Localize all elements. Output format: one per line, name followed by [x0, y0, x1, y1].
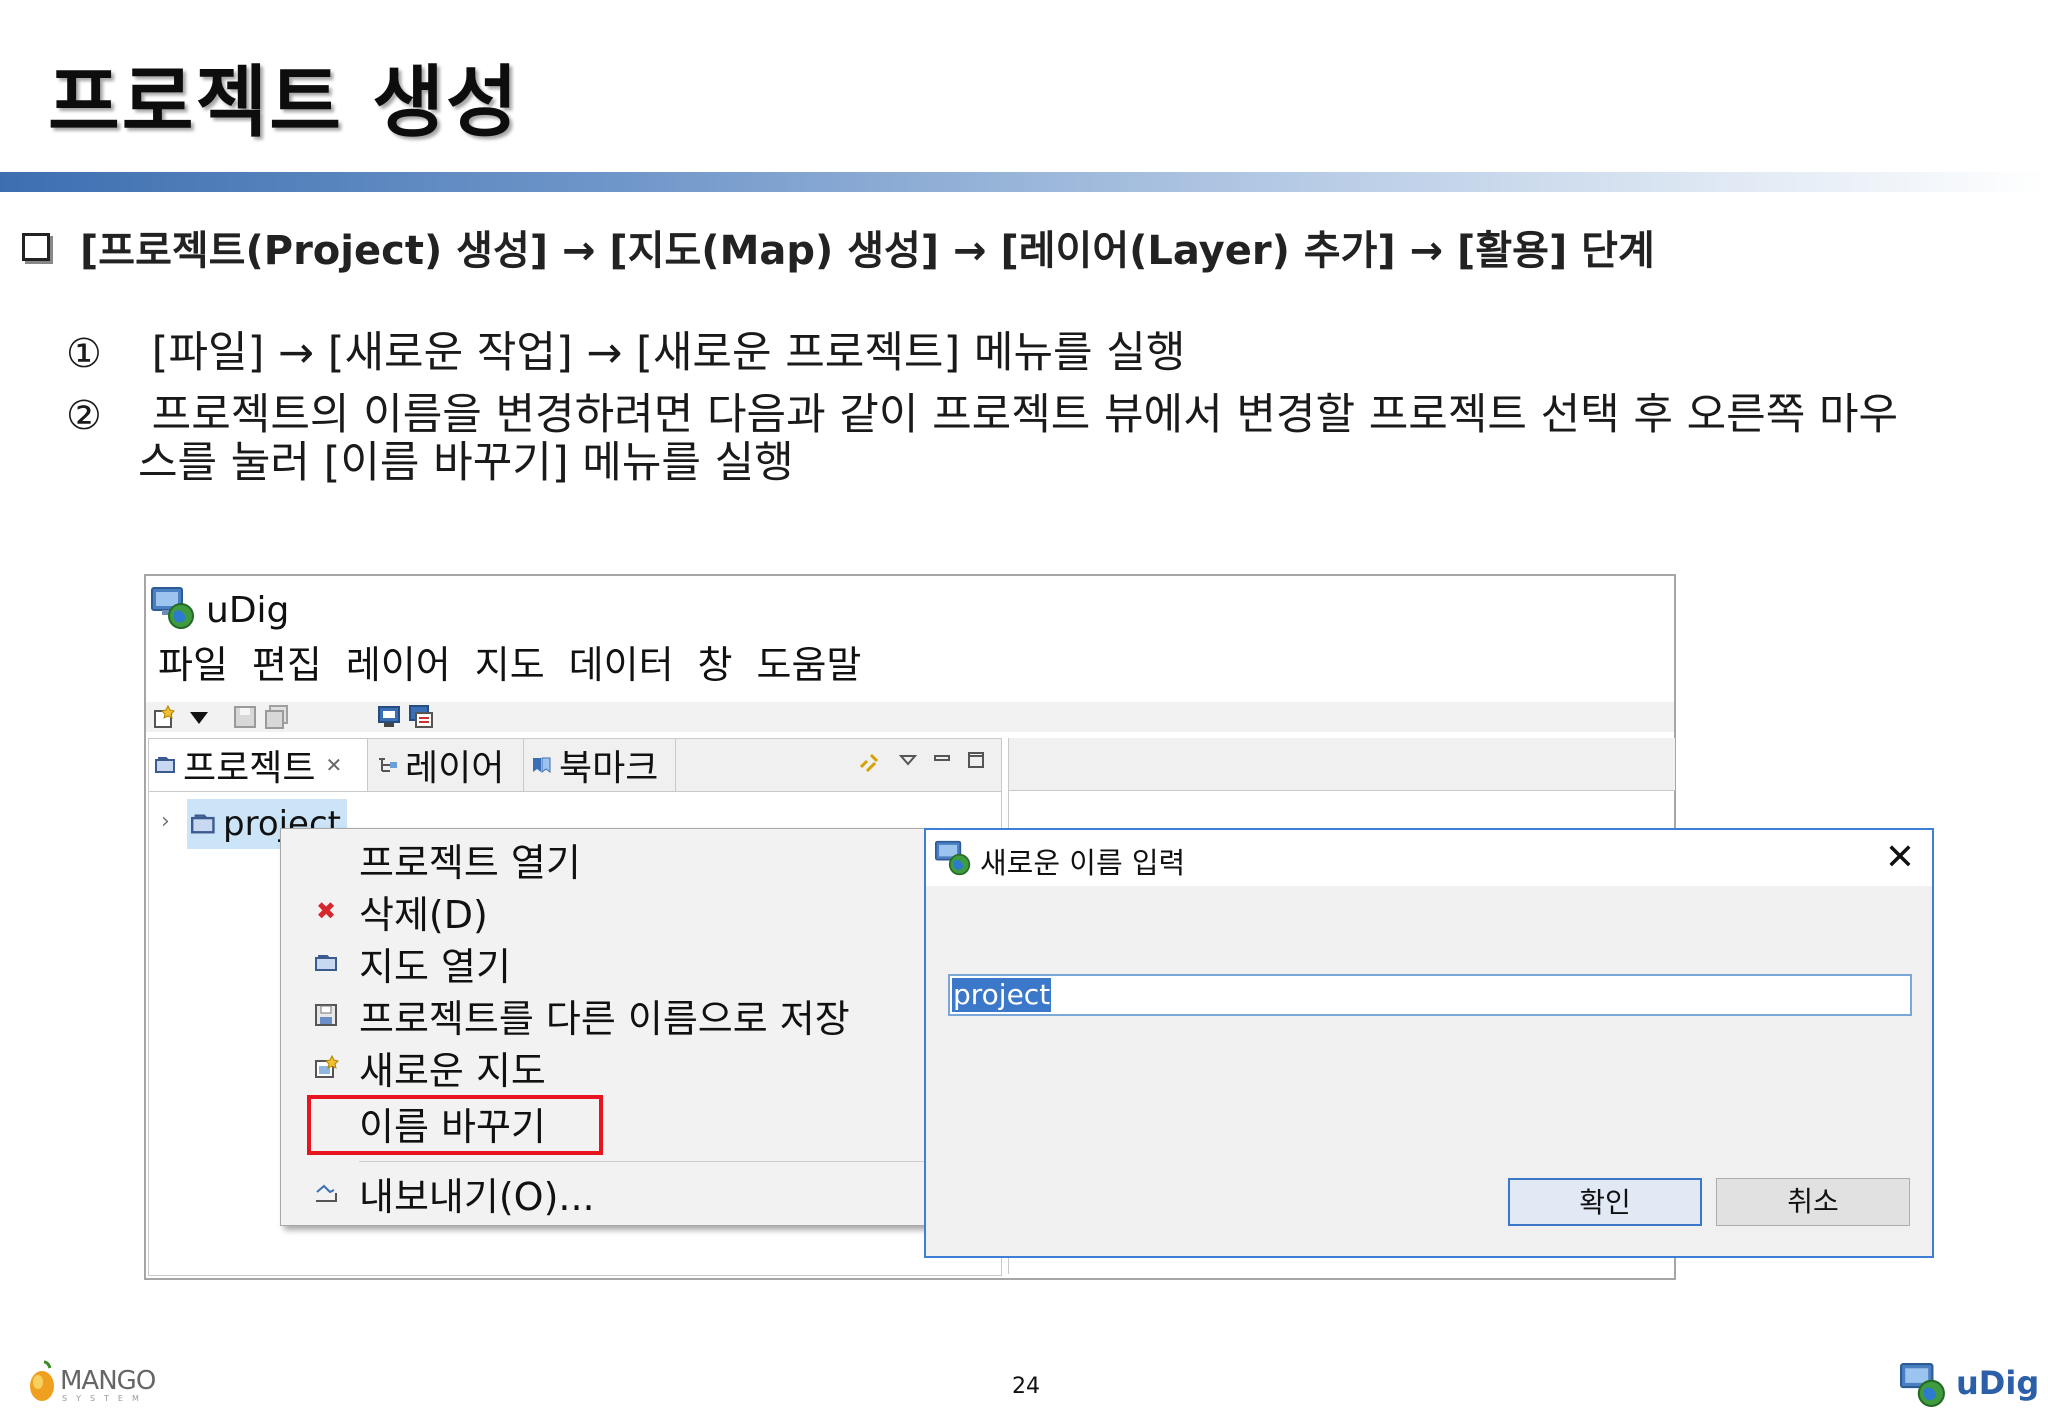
layers-view-icon[interactable] [408, 704, 434, 730]
step-item-1: ① [파일] → [새로운 작업] → [새로운 프로젝트] 메뉴를 실행 [66, 318, 1185, 380]
menu-item-open-project[interactable]: 프로젝트 열기 [281, 833, 935, 885]
bullet-box-icon [22, 233, 50, 261]
menu-separator [359, 1161, 929, 1162]
menu-item-delete[interactable]: ✖ 삭제(D) [281, 885, 935, 937]
udig-logo-icon [1900, 1363, 1945, 1407]
open-map-icon [315, 955, 337, 971]
mango-logo-subtext: SYSTEM [62, 1394, 148, 1403]
rename-highlight-box [307, 1095, 603, 1155]
tab-bookmark[interactable]: 북마크 [525, 739, 676, 791]
menu-map[interactable]: 지도 [463, 638, 557, 692]
save-as-icon [315, 1004, 337, 1026]
udig-logo-text: uDig [1956, 1364, 2040, 1402]
mango-logo-icon [30, 1360, 54, 1401]
slide-title: 프로젝트 생성 [48, 58, 520, 148]
minimize-icon[interactable] [933, 751, 951, 765]
menubar: 파일 편집 레이어 지도 데이터 창 도움말 [146, 638, 1674, 692]
map-view-icon[interactable] [376, 704, 402, 730]
steps-text: [프로젝트(Project) 생성] → [지도(Map) 생성] → [레이어… [80, 228, 1655, 274]
tab-layer[interactable]: 레이어 [371, 739, 524, 791]
tab-layer-label: 레이어 [405, 748, 505, 789]
new-map-icon [315, 1054, 339, 1078]
dialog-titlebar: 새로운 이름 입력 ✕ [926, 830, 1932, 886]
save-all-icon[interactable] [264, 704, 290, 730]
app-titlebar: uDig [146, 576, 1674, 636]
view-menu-icon[interactable] [899, 753, 917, 767]
step-text-continuation: 스를 눌러 [이름 바꾸기] 메뉴를 실행 [138, 438, 794, 488]
project-icon [191, 814, 215, 834]
menu-edit[interactable]: 편집 [240, 638, 334, 692]
dropdown-arrow-icon[interactable] [186, 704, 212, 730]
context-menu: 프로젝트 열기 ✖ 삭제(D) 지도 열기 프로젝트를 다른 이름으로 저장 새… [280, 828, 936, 1226]
delete-icon: ✖ [315, 897, 337, 925]
editor-tab-strip [1009, 738, 1675, 791]
step-number: ① [66, 331, 102, 377]
dialog-title: 새로운 이름 입력 [980, 846, 1186, 880]
menu-item-export[interactable]: 내보내기(O)... [281, 1167, 935, 1219]
menu-item-label: 지도 열기 [359, 944, 511, 989]
menu-file[interactable]: 파일 [146, 638, 240, 692]
menu-help[interactable]: 도움말 [745, 638, 874, 692]
tab-bookmark-label: 북마크 [559, 748, 659, 789]
new-wizard-icon[interactable] [152, 704, 178, 730]
toolbar [146, 702, 1674, 732]
menu-item-label: 내보내기(O)... [359, 1174, 595, 1219]
title-divider [0, 172, 2048, 192]
step-number: ② [66, 393, 102, 439]
maximize-icon[interactable] [967, 751, 985, 769]
page-number: 24 [1012, 1374, 1040, 1399]
rename-dialog: 새로운 이름 입력 ✕ project 확인 취소 [924, 828, 1934, 1258]
name-input[interactable]: project [948, 974, 1912, 1016]
menu-item-new-map[interactable]: 새로운 지도 [281, 1041, 935, 1093]
menu-item-label: 새로운 지도 [359, 1048, 546, 1093]
app-title: uDig [206, 590, 290, 631]
project-icon [155, 757, 175, 773]
menu-data[interactable]: 데이터 [557, 638, 686, 692]
export-icon [316, 1184, 337, 1202]
input-selected-text: project [952, 978, 1052, 1012]
cancel-button[interactable]: 취소 [1716, 1178, 1910, 1226]
mango-logo-text: MANGO [60, 1366, 156, 1396]
menu-item-open-map[interactable]: 지도 열기 [281, 937, 935, 989]
tab-project[interactable]: 프로젝트 ✕ [149, 739, 368, 791]
layer-icon [379, 758, 397, 772]
tab-project-label: 프로젝트 [183, 748, 316, 789]
save-icon[interactable] [232, 704, 258, 730]
udig-globe-icon [151, 587, 194, 629]
link-icon[interactable] [857, 751, 881, 775]
menu-item-label: 삭제(D) [359, 892, 488, 937]
menu-item-save-as[interactable]: 프로젝트를 다른 이름으로 저장 [281, 989, 935, 1041]
menu-item-label: 프로젝트를 다른 이름으로 저장 [359, 996, 850, 1041]
tree-expand-icon[interactable]: › [161, 809, 170, 834]
bookmark-icon [533, 757, 551, 773]
view-tabs: 프로젝트 ✕ 레이어 북마크 [149, 739, 1001, 792]
udig-globe-icon [934, 840, 971, 876]
step-text: [파일] → [새로운 작업] → [새로운 프로젝트] 메뉴를 실행 [151, 328, 1186, 378]
close-icon[interactable]: ✕ [325, 753, 342, 777]
menu-layer[interactable]: 레이어 [334, 638, 463, 692]
steps-heading: [프로젝트(Project) 생성] → [지도(Map) 생성] → [레이어… [22, 218, 1655, 276]
menu-window[interactable]: 창 [686, 638, 745, 692]
menu-item-label: 프로젝트 열기 [359, 840, 581, 885]
ok-button[interactable]: 확인 [1508, 1178, 1702, 1226]
close-icon[interactable]: ✕ [1878, 836, 1922, 880]
